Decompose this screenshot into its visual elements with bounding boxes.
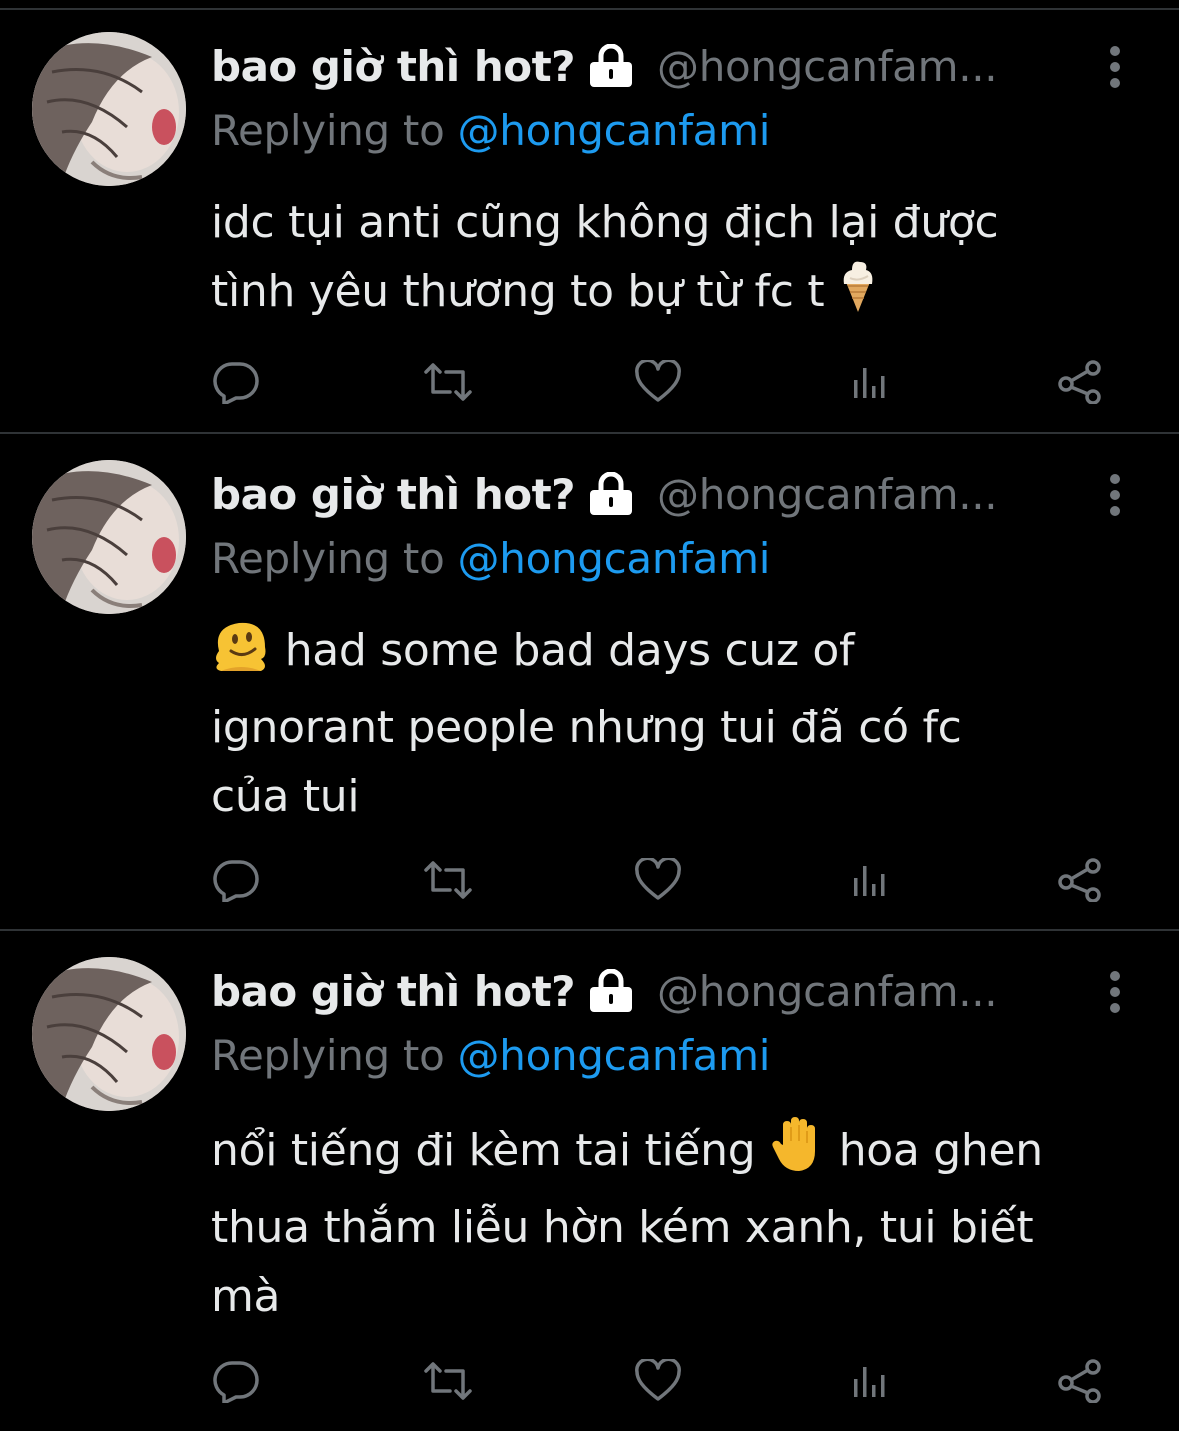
display-name[interactable]: bao giờ thì hot?	[211, 42, 576, 91]
user-handle[interactable]: @hongcanfam...	[657, 470, 998, 519]
retweet-icon	[424, 1362, 472, 1400]
views-icon	[854, 1367, 885, 1397]
reply-button[interactable]	[206, 352, 266, 412]
text-line: nổi tiếng đi kèm tai tiếng	[211, 1125, 756, 1176]
action-bar	[0, 1351, 1179, 1411]
tweet-header: bao giờ thì hot? @hongcanfam...	[211, 961, 998, 1021]
avatar[interactable]	[32, 957, 186, 1111]
replying-prefix: Replying to	[211, 534, 458, 583]
views-button[interactable]	[840, 850, 900, 910]
replying-to: Replying to @hongcanfami	[211, 106, 770, 162]
lock-icon	[585, 968, 637, 1013]
replying-prefix: Replying to	[211, 106, 458, 155]
reply-button[interactable]	[206, 850, 266, 910]
avatar[interactable]	[32, 460, 186, 614]
more-vertical-icon[interactable]	[1098, 472, 1132, 518]
action-bar	[0, 352, 1179, 412]
replying-to: Replying to @hongcanfami	[211, 1031, 770, 1087]
views-icon	[854, 368, 885, 398]
heart-icon	[635, 1359, 681, 1401]
tweet-text: had some bad days cuz of ignorant people…	[211, 616, 1151, 831]
tweet-header: bao giờ thì hot? @hongcanfam...	[211, 36, 998, 96]
text-line: had some bad days cuz of	[284, 625, 855, 676]
retweet-button[interactable]	[418, 352, 478, 412]
more-vertical-icon[interactable]	[1098, 969, 1132, 1015]
text-line: hoa ghen	[838, 1125, 1043, 1176]
replying-handle[interactable]: @hongcanfami	[458, 106, 771, 155]
share-button[interactable]	[1050, 1351, 1110, 1411]
lock-icon	[585, 471, 637, 516]
display-name[interactable]: bao giờ thì hot?	[211, 967, 576, 1016]
share-button[interactable]	[1050, 850, 1110, 910]
display-name[interactable]: bao giờ thì hot?	[211, 470, 576, 519]
reply-icon	[213, 1361, 259, 1403]
like-button[interactable]	[628, 1351, 688, 1411]
replying-handle[interactable]: @hongcanfami	[458, 1031, 771, 1080]
share-button[interactable]	[1050, 352, 1110, 412]
reply-icon	[213, 860, 259, 902]
share-icon	[1058, 858, 1101, 902]
heart-icon	[635, 360, 681, 402]
melting-face-emoji	[211, 617, 271, 693]
retweet-button[interactable]	[418, 1351, 478, 1411]
more-vertical-icon[interactable]	[1098, 44, 1132, 90]
tweet[interactable]: bao giờ thì hot? @hongcanfam... Replying…	[0, 0, 1179, 432]
views-icon	[854, 866, 885, 896]
like-button[interactable]	[628, 352, 688, 412]
retweet-button[interactable]	[418, 850, 478, 910]
text-line: của tui	[211, 771, 360, 822]
tweet-text: idc tụi anti cũng không địch lại được tì…	[211, 188, 1151, 334]
text-line: mà	[211, 1271, 281, 1322]
tweet-text: nổi tiếng đi kèm tai tiếng hoa ghen thua…	[211, 1115, 1151, 1331]
reply-icon	[213, 362, 259, 404]
lock-icon	[585, 43, 637, 88]
tweet[interactable]: bao giờ thì hot? @hongcanfam... Replying…	[0, 931, 1179, 1431]
avatar[interactable]	[32, 32, 186, 186]
share-icon	[1058, 1359, 1101, 1403]
raised-hand-emoji	[769, 1115, 825, 1193]
text-line: idc tụi anti cũng không địch lại được	[211, 197, 999, 248]
share-icon	[1058, 360, 1101, 404]
text-line: ignorant people nhưng tui đã có fc	[211, 702, 962, 753]
views-button[interactable]	[840, 1351, 900, 1411]
reply-button[interactable]	[206, 1351, 266, 1411]
like-button[interactable]	[628, 850, 688, 910]
tweet-header: bao giờ thì hot? @hongcanfam...	[211, 464, 998, 524]
retweet-icon	[424, 363, 472, 401]
retweet-icon	[424, 861, 472, 899]
text-line: tình yêu thương to bự từ fc t	[211, 266, 825, 317]
views-button[interactable]	[840, 352, 900, 412]
ice-cream-emoji	[838, 258, 878, 334]
heart-icon	[635, 858, 681, 900]
replying-to: Replying to @hongcanfami	[211, 534, 770, 590]
user-handle[interactable]: @hongcanfam...	[657, 42, 998, 91]
replying-handle[interactable]: @hongcanfami	[458, 534, 771, 583]
action-bar	[0, 850, 1179, 910]
tweet[interactable]: bao giờ thì hot? @hongcanfam... Replying…	[0, 434, 1179, 928]
replying-prefix: Replying to	[211, 1031, 458, 1080]
user-handle[interactable]: @hongcanfam...	[657, 967, 998, 1016]
text-line: thua thắm liễu hờn kém xanh, tui biết	[211, 1202, 1034, 1253]
